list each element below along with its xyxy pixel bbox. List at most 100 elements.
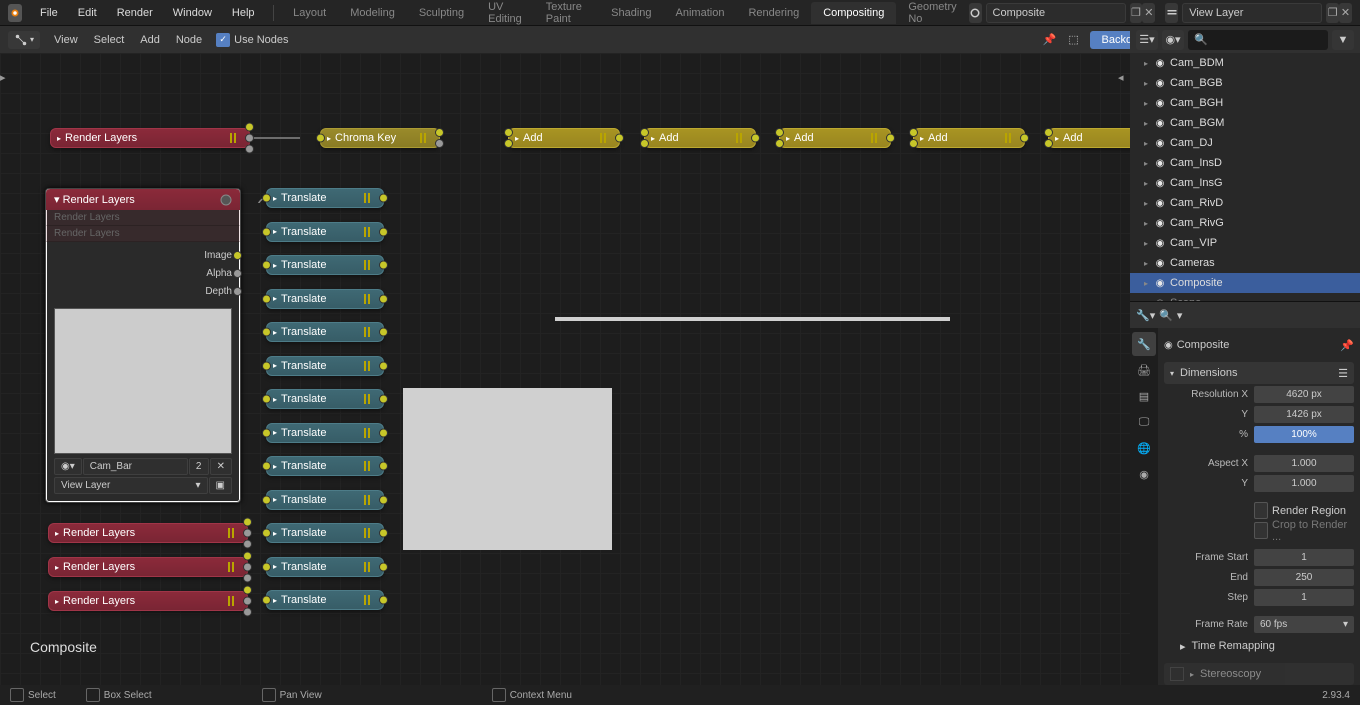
checkbox-render-region[interactable]: [1254, 502, 1268, 519]
node-translate[interactable]: ▸Translate: [266, 356, 384, 376]
output-alpha[interactable]: Alpha: [54, 264, 232, 282]
outliner-row[interactable]: ▸Composite: [1130, 273, 1360, 293]
node-translate[interactable]: ▸Translate: [266, 523, 384, 543]
tab-object-icon[interactable]: ◉: [1132, 462, 1156, 486]
outliner-row[interactable]: ▸Cam_RivG: [1130, 213, 1360, 233]
outliner-tree[interactable]: ▸Cam_BDM▸Cam_BGB▸Cam_BGH▸Cam_BGM▸Cam_DJ▸…: [1130, 53, 1360, 301]
workspace-modeling[interactable]: Modeling: [338, 2, 407, 24]
node-translate[interactable]: ▸Translate: [266, 557, 384, 577]
options-icon[interactable]: ▾: [1177, 309, 1183, 322]
outliner-row[interactable]: ▸Cameras: [1130, 253, 1360, 273]
outliner-row[interactable]: ▸Cam_VIP: [1130, 233, 1360, 253]
scene-users[interactable]: 2: [189, 458, 209, 475]
outliner-search-input[interactable]: 🔍: [1188, 30, 1328, 50]
display-mode-icon[interactable]: ◉▾: [1162, 30, 1184, 50]
node-translate[interactable]: ▸Translate: [266, 255, 384, 275]
section-stereoscopy[interactable]: ▸Stereoscopy: [1164, 663, 1354, 685]
header-view-menu[interactable]: View: [46, 31, 86, 49]
editor-type-dropdown[interactable]: ▾: [8, 31, 40, 49]
workspace-layout[interactable]: Layout: [281, 2, 338, 24]
node-render-layers[interactable]: ▸Render Layers: [50, 128, 250, 148]
workspace-texturepaint[interactable]: Texture Paint: [534, 0, 599, 30]
outliner-row[interactable]: ▸Cam_BGH: [1130, 93, 1360, 113]
scene-unlink-icon[interactable]: ✕: [210, 458, 232, 475]
workspace-sculpting[interactable]: Sculpting: [407, 2, 476, 24]
toolbar-expand-icon[interactable]: ▸: [0, 71, 12, 83]
tab-scene-icon[interactable]: 🖵: [1132, 410, 1156, 434]
input-aspect-y[interactable]: 1.000: [1254, 475, 1354, 492]
menu-render[interactable]: Render: [107, 3, 163, 23]
scene-delete-button[interactable]: ✕: [1142, 3, 1155, 23]
header-node-menu[interactable]: Node: [168, 31, 210, 49]
tab-render-icon[interactable]: 🔧: [1132, 332, 1156, 356]
header-add-menu[interactable]: Add: [132, 31, 168, 49]
blender-logo-icon[interactable]: [8, 4, 22, 22]
section-time-remapping[interactable]: ▸Time Remapping: [1164, 635, 1354, 657]
node-add[interactable]: ▸Add: [779, 128, 891, 148]
section-dimensions[interactable]: ▾Dimensions ☰: [1164, 362, 1354, 384]
output-image[interactable]: Image: [54, 246, 232, 264]
workspace-rendering[interactable]: Rendering: [736, 2, 811, 24]
scene-browse-button[interactable]: [969, 3, 982, 23]
menu-window[interactable]: Window: [163, 3, 222, 23]
editor-type-icon[interactable]: ☰▾: [1136, 30, 1158, 50]
output-depth[interactable]: Depth: [54, 282, 232, 300]
scene-name-input[interactable]: [986, 3, 1126, 23]
pin-icon[interactable]: 📌: [1039, 29, 1061, 51]
viewlayer-field[interactable]: View Layer▾: [54, 477, 208, 494]
viewlayer-new-button[interactable]: ❐: [1326, 3, 1339, 23]
menu-edit[interactable]: Edit: [68, 3, 107, 23]
input-resolution-x[interactable]: 4620 px: [1254, 386, 1354, 403]
node-translate[interactable]: ▸Translate: [266, 289, 384, 309]
node-chroma-key[interactable]: ▸Chroma Key: [320, 128, 440, 148]
scene-new-button[interactable]: ❐: [1130, 3, 1143, 23]
outliner-row[interactable]: ▸Cam_DJ: [1130, 133, 1360, 153]
pin-icon[interactable]: 📌: [1340, 339, 1354, 352]
node-translate[interactable]: ▸Translate: [266, 322, 384, 342]
checkbox-stereo[interactable]: [1170, 667, 1184, 681]
tab-output-icon[interactable]: 🖨: [1132, 358, 1156, 382]
workspace-uvediting[interactable]: UV Editing: [476, 0, 534, 30]
use-nodes-toggle[interactable]: ✓ Use Nodes: [216, 33, 288, 47]
node-render-layers[interactable]: ▸Render Layers: [48, 523, 248, 543]
node-add[interactable]: ▸Add: [1048, 128, 1130, 148]
input-resolution-pct[interactable]: 100%: [1254, 426, 1354, 443]
viewlayer-delete-button[interactable]: ✕: [1339, 3, 1352, 23]
menu-help[interactable]: Help: [222, 3, 265, 23]
menu-file[interactable]: File: [30, 3, 68, 23]
header-select-menu[interactable]: Select: [86, 31, 133, 49]
input-frame-start[interactable]: 1: [1254, 549, 1354, 566]
node-render-layers[interactable]: ▸Render Layers: [48, 591, 248, 611]
node-translate[interactable]: ▸Translate: [266, 423, 384, 443]
dropdown-frame-rate[interactable]: 60 fps▾: [1254, 616, 1354, 633]
workspace-compositing[interactable]: Compositing: [811, 2, 896, 24]
node-translate[interactable]: ▸Translate: [266, 456, 384, 476]
workspace-animation[interactable]: Animation: [664, 2, 737, 24]
node-translate[interactable]: ▸Translate: [266, 222, 384, 242]
input-frame-step[interactable]: 1: [1254, 589, 1354, 606]
viewlayer-browse-button[interactable]: [1165, 3, 1178, 23]
outliner-row[interactable]: ▸Cam_BDM: [1130, 53, 1360, 73]
outliner-row[interactable]: ▸Scene: [1130, 293, 1360, 301]
node-add[interactable]: ▸Add: [644, 128, 756, 148]
editor-type-icon[interactable]: 🔧▾: [1136, 309, 1155, 322]
outliner-row[interactable]: ▸Cam_InsD: [1130, 153, 1360, 173]
input-frame-end[interactable]: 250: [1254, 569, 1354, 586]
workspace-shading[interactable]: Shading: [599, 2, 663, 24]
node-translate[interactable]: ▸Translate: [266, 490, 384, 510]
filter-icon[interactable]: ▼: [1332, 30, 1354, 50]
outliner-row[interactable]: ▸Cam_BGB: [1130, 73, 1360, 93]
properties-search-input[interactable]: 🔍: [1159, 309, 1173, 322]
viewlayer-name-field[interactable]: [1189, 7, 1315, 19]
outliner-row[interactable]: ▸Cam_BGM: [1130, 113, 1360, 133]
node-translate[interactable]: ▸Translate: [266, 590, 384, 610]
node-translate[interactable]: ▸Translate: [266, 188, 384, 208]
outliner-row[interactable]: ▸Cam_InsG: [1130, 173, 1360, 193]
scene-name-field[interactable]: [993, 7, 1119, 19]
viewlayer-name-input[interactable]: [1182, 3, 1322, 23]
scene-browse-icon[interactable]: ◉▾: [54, 458, 82, 475]
outliner-row[interactable]: ▸Cam_RivD: [1130, 193, 1360, 213]
scene-name-field[interactable]: Cam_Bar: [83, 458, 188, 475]
node-render-layers[interactable]: ▸Render Layers: [48, 557, 248, 577]
tab-viewlayer-icon[interactable]: ▤: [1132, 384, 1156, 408]
